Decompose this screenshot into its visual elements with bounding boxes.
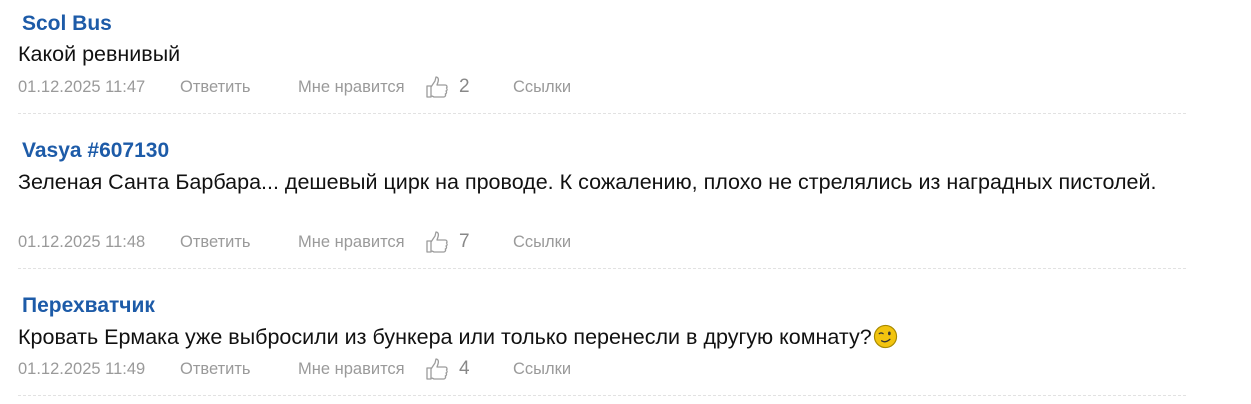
comment-date: 01.12.2025 11:48 [18,233,146,251]
comment-text: Зеленая Санта Барбара... дешевый цирк на… [18,170,1157,194]
comment-divider [18,268,1186,269]
comment-date: 01.12.2025 11:47 [18,78,146,96]
comment-divider [18,395,1186,396]
comment-author-link[interactable]: Vasya #607130 [22,138,169,164]
comment-text: Какой ревнивый [18,42,181,66]
thumbs-up-icon[interactable] [425,231,449,253]
comment-list: Scol Bus Какой ревнивый 01.12.2025 11:47… [0,0,1251,404]
comment-author-link[interactable]: Scol Bus [22,11,112,37]
reply-link[interactable]: Ответить [180,75,251,99]
links-link[interactable]: Ссылки [513,357,571,381]
like-link[interactable]: Мне нравится [298,230,405,254]
like-count: 2 [459,76,470,97]
like-link[interactable]: Мне нравится [298,357,405,381]
thumbs-up-icon[interactable] [425,358,449,380]
comment-date: 01.12.2025 11:49 [18,360,146,378]
thumbs-up-icon[interactable] [425,76,449,98]
like-link[interactable]: Мне нравится [298,75,405,99]
links-link[interactable]: Ссылки [513,230,571,254]
like-count: 4 [459,358,470,379]
comment-text-content: Кровать Ермака уже выбросили из бункера … [18,325,872,349]
wink-smiley-icon [873,324,897,349]
like-count: 7 [459,231,470,252]
links-link[interactable]: Ссылки [513,75,571,99]
comment-author-link[interactable]: Перехватчик [22,293,155,319]
comment-divider [18,113,1186,114]
reply-link[interactable]: Ответить [180,357,251,381]
reply-link[interactable]: Ответить [180,230,251,254]
comment-text: Кровать Ермака уже выбросили из бункера … [18,322,1198,352]
